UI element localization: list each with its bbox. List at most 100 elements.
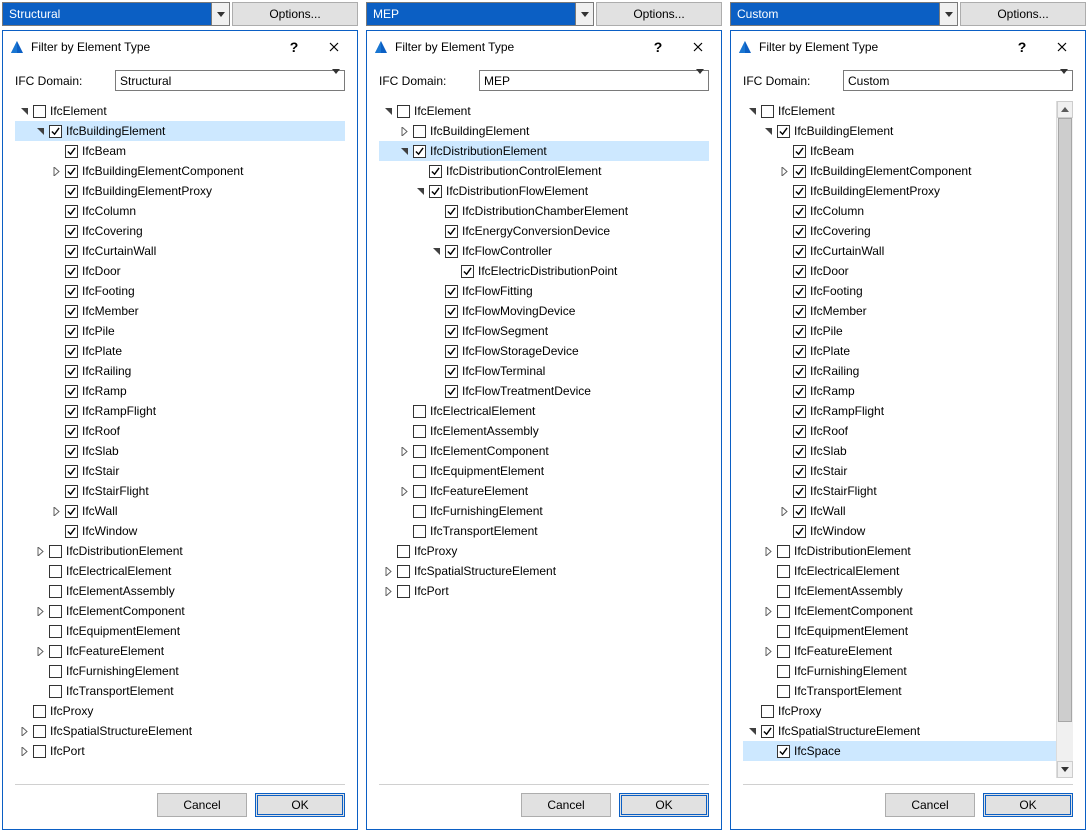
tree-checkbox[interactable] [413, 425, 426, 438]
tree-node[interactable]: IfcSpatialStructureElement [379, 561, 709, 581]
tree-checkbox[interactable] [445, 205, 458, 218]
tree-checkbox[interactable] [761, 105, 774, 118]
tree-node[interactable]: IfcBeam [743, 141, 1056, 161]
tree-checkbox[interactable] [33, 705, 46, 718]
help-button[interactable]: ? [277, 35, 311, 59]
tree-checkbox[interactable] [65, 265, 78, 278]
tree-node[interactable]: IfcRoof [743, 421, 1056, 441]
tree-node[interactable]: IfcPile [15, 321, 345, 341]
ifc-domain-select[interactable]: Structural [115, 70, 345, 91]
tree-node[interactable]: IfcTransportElement [379, 521, 709, 541]
options-button[interactable]: Options... [232, 2, 358, 26]
tree-checkbox[interactable] [793, 265, 806, 278]
tree-node[interactable]: IfcFlowController [379, 241, 709, 261]
tree-checkbox[interactable] [49, 125, 62, 138]
expand-toggle[interactable] [429, 244, 443, 258]
expand-toggle[interactable] [761, 644, 775, 658]
tree-checkbox[interactable] [65, 465, 78, 478]
tree-checkbox[interactable] [793, 345, 806, 358]
tree-node[interactable]: IfcStairFlight [15, 481, 345, 501]
tree-checkbox[interactable] [793, 485, 806, 498]
ribbon-domain-combo[interactable]: MEP [366, 2, 594, 26]
tree-checkbox[interactable] [761, 705, 774, 718]
expand-toggle[interactable] [17, 104, 31, 118]
tree-checkbox[interactable] [429, 185, 442, 198]
tree-node[interactable]: IfcSpatialStructureElement [743, 721, 1056, 741]
tree-checkbox[interactable] [49, 645, 62, 658]
tree-checkbox[interactable] [777, 665, 790, 678]
tree-node[interactable]: IfcBeam [15, 141, 345, 161]
tree-node[interactable]: IfcSpatialStructureElement [15, 721, 345, 741]
tree-node[interactable]: IfcFeatureElement [15, 641, 345, 661]
tree-checkbox[interactable] [777, 545, 790, 558]
tree-node[interactable]: IfcWindow [15, 521, 345, 541]
expand-toggle[interactable] [761, 604, 775, 618]
tree-node[interactable]: IfcElement [379, 101, 709, 121]
tree-node[interactable]: IfcEnergyConversionDevice [379, 221, 709, 241]
tree-node[interactable]: IfcElementComponent [15, 601, 345, 621]
expand-toggle[interactable] [397, 144, 411, 158]
scroll-down-button[interactable] [1057, 761, 1073, 778]
tree-checkbox[interactable] [777, 585, 790, 598]
tree-checkbox[interactable] [49, 685, 62, 698]
tree-node[interactable]: IfcPort [15, 741, 345, 761]
tree-checkbox[interactable] [445, 325, 458, 338]
tree-checkbox[interactable] [49, 625, 62, 638]
tree-checkbox[interactable] [413, 485, 426, 498]
tree-checkbox[interactable] [49, 585, 62, 598]
element-type-tree[interactable]: IfcElementIfcBuildingElementIfcDistribut… [379, 101, 709, 778]
tree-node[interactable]: IfcWindow [743, 521, 1056, 541]
tree-checkbox[interactable] [413, 125, 426, 138]
tree-node[interactable]: IfcEquipmentElement [743, 621, 1056, 641]
tree-node[interactable]: IfcElementAssembly [743, 581, 1056, 601]
tree-checkbox[interactable] [413, 145, 426, 158]
tree-checkbox[interactable] [793, 365, 806, 378]
tree-checkbox[interactable] [49, 665, 62, 678]
tree-checkbox[interactable] [793, 425, 806, 438]
tree-checkbox[interactable] [33, 725, 46, 738]
cancel-button[interactable]: Cancel [521, 793, 611, 817]
tree-node[interactable]: IfcSlab [743, 441, 1056, 461]
tree-checkbox[interactable] [65, 145, 78, 158]
tree-node[interactable]: IfcBuildingElementComponent [743, 161, 1056, 181]
tree-node[interactable]: IfcDistributionElement [15, 541, 345, 561]
tree-node[interactable]: IfcWall [743, 501, 1056, 521]
tree-node[interactable]: IfcProxy [15, 701, 345, 721]
tree-node[interactable]: IfcRoof [15, 421, 345, 441]
tree-checkbox[interactable] [761, 725, 774, 738]
tree-node[interactable]: IfcFlowSegment [379, 321, 709, 341]
tree-node[interactable]: IfcRamp [15, 381, 345, 401]
tree-node[interactable]: IfcDistributionElement [379, 141, 709, 161]
tree-checkbox[interactable] [65, 445, 78, 458]
tree-node[interactable]: IfcElectricDistributionPoint [379, 261, 709, 281]
close-button[interactable] [1045, 35, 1079, 59]
tree-node[interactable]: IfcFooting [743, 281, 1056, 301]
tree-checkbox[interactable] [413, 465, 426, 478]
scroll-thumb[interactable] [1058, 118, 1072, 722]
ok-button[interactable]: OK [619, 793, 709, 817]
tree-node[interactable]: IfcWall [15, 501, 345, 521]
expand-toggle[interactable] [17, 724, 31, 738]
tree-node[interactable]: IfcSpace [743, 741, 1056, 761]
expand-toggle[interactable] [777, 164, 791, 178]
tree-checkbox[interactable] [793, 305, 806, 318]
tree-checkbox[interactable] [413, 445, 426, 458]
expand-toggle[interactable] [413, 184, 427, 198]
tree-node[interactable]: IfcBuildingElement [743, 121, 1056, 141]
tree-checkbox[interactable] [793, 205, 806, 218]
tree-checkbox[interactable] [65, 225, 78, 238]
tree-node[interactable]: IfcFeatureElement [743, 641, 1056, 661]
tree-checkbox[interactable] [65, 425, 78, 438]
tree-node[interactable]: IfcFlowStorageDevice [379, 341, 709, 361]
tree-checkbox[interactable] [65, 325, 78, 338]
tree-node[interactable]: IfcFlowTreatmentDevice [379, 381, 709, 401]
tree-node[interactable]: IfcStairFlight [743, 481, 1056, 501]
tree-node[interactable]: IfcElementAssembly [15, 581, 345, 601]
tree-checkbox[interactable] [445, 345, 458, 358]
tree-node[interactable]: IfcTransportElement [743, 681, 1056, 701]
tree-node[interactable]: IfcElement [15, 101, 345, 121]
tree-checkbox[interactable] [793, 165, 806, 178]
tree-node[interactable]: IfcColumn [743, 201, 1056, 221]
tree-checkbox[interactable] [793, 385, 806, 398]
close-button[interactable] [681, 35, 715, 59]
